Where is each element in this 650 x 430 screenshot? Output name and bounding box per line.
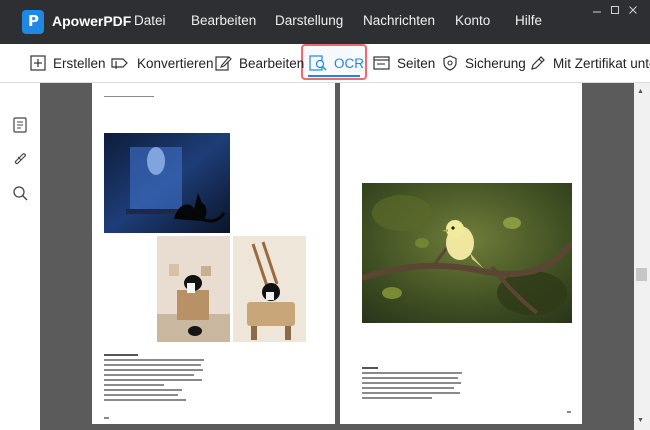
create-label: Erstellen [53, 55, 106, 71]
menu-darstellung[interactable]: Darstellung [275, 13, 343, 28]
attachment-icon[interactable] [12, 151, 28, 172]
caption-line [104, 394, 178, 396]
page-number [567, 411, 571, 413]
menu-datei[interactable]: Datei [134, 13, 166, 28]
caption-title [104, 354, 138, 356]
caption-line [104, 359, 204, 361]
edit-button[interactable]: Bearbeiten [215, 44, 304, 82]
caption-line [362, 382, 461, 384]
ocr-label: OCR [334, 55, 364, 71]
edit-label: Bearbeiten [239, 55, 305, 71]
photo-bird-branch [362, 183, 572, 323]
caption-line [362, 372, 462, 374]
caption-line [362, 392, 460, 394]
app-logo: P [22, 10, 44, 34]
app-logo-letter: P [28, 12, 39, 30]
caption-title [362, 367, 378, 369]
pages-icon [373, 56, 390, 70]
convert-button[interactable]: Konvertieren [110, 44, 214, 82]
plus-square-icon [30, 55, 46, 71]
page-number [104, 417, 109, 419]
photo-cat-window [104, 133, 230, 233]
menu-bearbeiten[interactable]: Bearbeiten [191, 13, 256, 28]
menu-hilfe[interactable]: Hilfe [515, 13, 542, 28]
photo-cat-crate [157, 236, 230, 342]
scroll-down-icon[interactable]: ▼ [637, 417, 644, 424]
certificate-sign-button[interactable]: Mit Zertifikat unter [529, 44, 650, 82]
edit-icon [215, 56, 232, 71]
pages-button[interactable]: Seiten [373, 44, 435, 82]
caption-line [362, 377, 458, 379]
security-label: Sicherung [465, 55, 526, 71]
caption-line [104, 369, 203, 371]
menu-nachrichten[interactable]: Nachrichten [363, 13, 435, 28]
caption-line [104, 384, 164, 386]
restore-icon[interactable] [610, 4, 620, 18]
bookmark-icon[interactable] [12, 117, 28, 138]
convert-icon [111, 58, 128, 69]
pages-label: Seiten [397, 55, 436, 71]
menu-konto[interactable]: Konto [455, 13, 490, 28]
scroll-up-icon[interactable]: ▲ [637, 88, 644, 95]
caption-line [104, 389, 182, 391]
create-button[interactable]: Erstellen [30, 44, 106, 82]
caption-line [104, 374, 194, 376]
caption-line [104, 379, 202, 381]
app-name: ApowerPDF [52, 13, 132, 29]
ocr-icon [309, 55, 327, 71]
page-header-text [104, 96, 154, 98]
caption-line [104, 399, 186, 401]
shield-icon [443, 55, 457, 71]
scrollbar-thumb[interactable] [636, 268, 647, 281]
photo-cat-ladder [233, 236, 306, 342]
search-icon[interactable] [12, 185, 28, 206]
close-icon[interactable] [628, 4, 638, 18]
vertical-scrollbar[interactable] [634, 83, 650, 430]
convert-label: Konvertieren [137, 55, 214, 71]
ocr-active-indicator [308, 75, 360, 77]
caption-line [362, 387, 454, 389]
certificate-sign-label: Mit Zertifikat unter [553, 55, 650, 71]
caption-line [362, 397, 432, 399]
caption-line [104, 364, 201, 366]
certificate-pen-icon [531, 56, 545, 70]
security-button[interactable]: Sicherung [442, 44, 526, 82]
minimize-icon[interactable] [592, 4, 602, 18]
